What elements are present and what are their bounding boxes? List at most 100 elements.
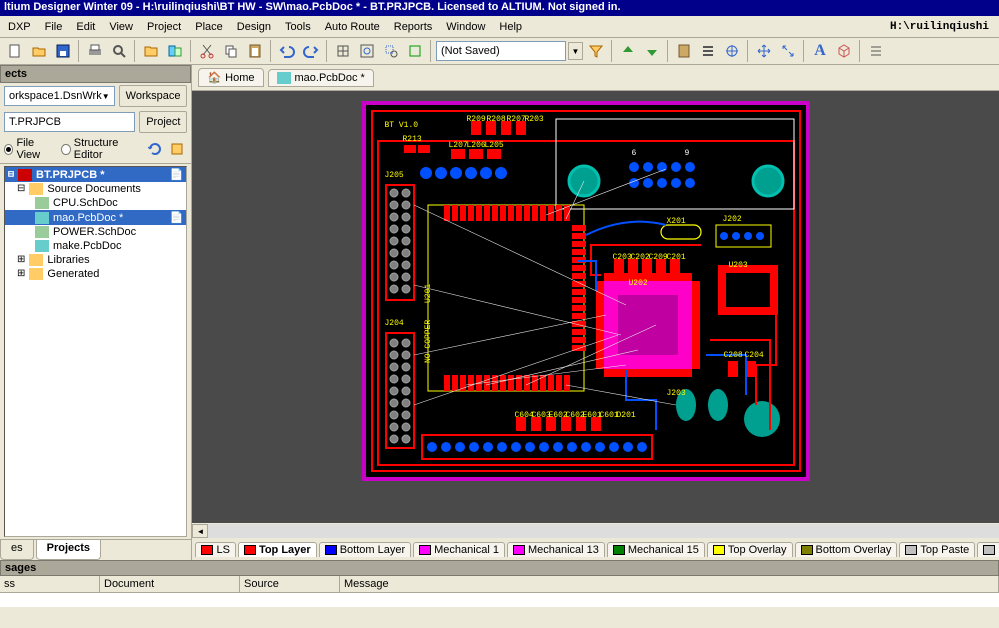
pcb-board: BT V1.0 J205 J204 R209 R208 R207 R203 R2… <box>362 101 810 481</box>
pcb-icon <box>277 72 291 84</box>
tree-make-pcbdoc[interactable]: make.PcbDoc <box>5 239 186 253</box>
menu-help[interactable]: Help <box>499 21 522 33</box>
more-icon[interactable] <box>865 40 887 62</box>
workspace-combo[interactable]: orkspace1.DsnWrk▼ <box>4 86 115 106</box>
filter-icon[interactable] <box>585 40 607 62</box>
print-icon[interactable] <box>84 40 106 62</box>
workspace-button[interactable]: Workspace <box>119 85 188 107</box>
menu-design[interactable]: Design <box>237 21 271 33</box>
col-class[interactable]: ss <box>0 576 100 592</box>
col-message[interactable]: Message <box>340 576 999 592</box>
menu-edit[interactable]: Edit <box>76 21 95 33</box>
layer-ls[interactable]: LS <box>195 542 235 557</box>
structure-editor-radio[interactable]: Structure Editor <box>61 137 137 161</box>
label-r208: R208 <box>486 115 505 124</box>
arrow-up-icon[interactable] <box>617 40 639 62</box>
col-document[interactable]: Document <box>100 576 240 592</box>
label-j203: J203 <box>666 389 685 398</box>
preview-icon[interactable] <box>108 40 130 62</box>
menu-view[interactable]: View <box>109 21 133 33</box>
horizontal-scrollbar[interactable]: ◄ ► <box>192 523 999 539</box>
save-icon[interactable] <box>52 40 74 62</box>
arrow-down-icon[interactable] <box>641 40 663 62</box>
label-u203: U203 <box>728 261 747 270</box>
tree-libraries[interactable]: ⊞Libraries <box>5 253 186 267</box>
saved-filter-dropdown[interactable]: (Not Saved) <box>436 41 566 61</box>
messages-body[interactable] <box>0 593 999 607</box>
menu-reports[interactable]: Reports <box>394 21 433 33</box>
layer-bottom[interactable]: Bottom Layer <box>319 542 411 557</box>
tree-mao-pcbdoc[interactable]: mao.PcbDoc *📄 <box>5 210 186 225</box>
modified-icon: 📄 <box>170 211 184 224</box>
tab-home[interactable]: 🏠Home <box>198 68 263 87</box>
clipboard-icon[interactable] <box>673 40 695 62</box>
list-icon[interactable] <box>697 40 719 62</box>
layer-top[interactable]: Top Layer <box>238 542 317 557</box>
label-bt: BT V1.0 <box>384 121 418 130</box>
cut-icon[interactable] <box>196 40 218 62</box>
label-c208: C208 <box>723 351 742 360</box>
label-c209: C209 <box>648 253 667 262</box>
panel-title: ects <box>0 65 191 83</box>
zoom-select-icon[interactable] <box>404 40 426 62</box>
redo-icon[interactable] <box>300 40 322 62</box>
label-c201: C201 <box>666 253 685 262</box>
new-icon[interactable] <box>4 40 26 62</box>
label-u202: U202 <box>628 279 647 288</box>
label-c204: C204 <box>744 351 763 360</box>
menu-file[interactable]: File <box>45 21 63 33</box>
scroll-left-icon[interactable]: ◄ <box>192 524 208 538</box>
layer-mech15[interactable]: Mechanical 15 <box>607 542 705 557</box>
project-tree[interactable]: ⊟BT.PRJPCB *📄 ⊟Source Documents CPU.SchD… <box>4 166 187 537</box>
zoom-region-icon[interactable] <box>380 40 402 62</box>
layer-top-overlay[interactable]: Top Overlay <box>707 542 793 557</box>
tab-files[interactable]: es <box>0 540 34 560</box>
menu-place[interactable]: Place <box>195 21 223 33</box>
pcb-viewport[interactable]: BT V1.0 J205 J204 R209 R208 R207 R203 R2… <box>192 91 999 523</box>
menu-window[interactable]: Window <box>446 21 485 33</box>
settings-icon[interactable] <box>167 140 187 158</box>
tree-cpu-schdoc[interactable]: CPU.SchDoc <box>5 196 186 210</box>
tree-project-root[interactable]: ⊟BT.PRJPCB *📄 <box>5 167 186 182</box>
grid-icon[interactable] <box>332 40 354 62</box>
col-source[interactable]: Source <box>240 576 340 592</box>
devices-icon[interactable] <box>164 40 186 62</box>
tab-mao-pcbdoc[interactable]: mao.PcbDoc * <box>268 69 374 87</box>
text-icon[interactable]: A <box>809 40 831 62</box>
label-j204: J204 <box>384 319 403 328</box>
tree-generated[interactable]: ⊞Generated <box>5 267 186 281</box>
tree-power-schdoc[interactable]: POWER.SchDoc <box>5 225 186 239</box>
3d-icon[interactable] <box>833 40 855 62</box>
main-toolbar: (Not Saved) ▼ A <box>0 38 999 65</box>
paste-icon[interactable] <box>244 40 266 62</box>
undo-icon[interactable] <box>276 40 298 62</box>
move-icon[interactable] <box>753 40 775 62</box>
file-view-radio[interactable]: File View <box>4 137 53 161</box>
layer-mech13[interactable]: Mechanical 13 <box>507 542 605 557</box>
expand-icon[interactable] <box>777 40 799 62</box>
layer-bottom-overlay[interactable]: Bottom Overlay <box>795 542 898 557</box>
origin-icon[interactable] <box>721 40 743 62</box>
label-six: 6 <box>631 149 636 158</box>
label-x201: X201 <box>666 217 685 226</box>
refresh-icon[interactable] <box>145 140 165 158</box>
menu-dxp[interactable]: DXP <box>8 21 31 33</box>
layer-bott[interactable]: Bott <box>977 542 999 557</box>
menu-project[interactable]: Project <box>147 21 181 33</box>
scroll-track[interactable] <box>208 524 999 538</box>
project-field[interactable]: T.PRJPCB <box>4 112 135 132</box>
project-button[interactable]: Project <box>139 111 187 133</box>
label-r203: R203 <box>524 115 543 124</box>
menu-autoroute[interactable]: Auto Route <box>325 21 380 33</box>
layer-mech1[interactable]: Mechanical 1 <box>413 542 505 557</box>
copy-icon[interactable] <box>220 40 242 62</box>
folder-icon[interactable] <box>140 40 162 62</box>
open-icon[interactable] <box>28 40 50 62</box>
menu-tools[interactable]: Tools <box>285 21 311 33</box>
layer-top-paste[interactable]: Top Paste <box>899 542 975 557</box>
dropdown-arrow-icon[interactable]: ▼ <box>568 42 583 60</box>
tree-source-docs[interactable]: ⊟Source Documents <box>5 182 186 196</box>
path-display: H:\ruilinqiushi <box>880 21 999 33</box>
zoom-fit-icon[interactable] <box>356 40 378 62</box>
tab-projects[interactable]: Projects <box>36 540 101 560</box>
